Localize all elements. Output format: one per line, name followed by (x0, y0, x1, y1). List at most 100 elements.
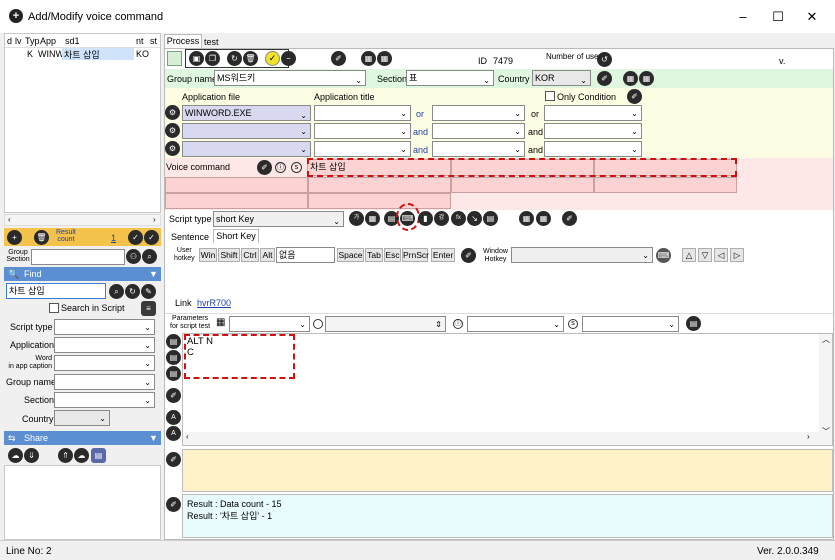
note-edit-icon[interactable]: ✐ (166, 452, 181, 467)
editor-vscroll[interactable]: ︿ ﹀ (819, 334, 832, 445)
application-select[interactable]: ⌄ (54, 337, 155, 353)
cloud-icon[interactable]: ☁ (8, 448, 23, 463)
col-app[interactable]: App (40, 36, 56, 46)
window-hotkey-icon[interactable]: ⌨ (656, 248, 671, 263)
scroll-down-icon[interactable]: ﹀ (822, 426, 830, 437)
country-filter[interactable]: ⌄ (54, 410, 110, 426)
upload-icon[interactable]: ⇑ (58, 448, 73, 463)
script-edit-icon[interactable]: ✐ (562, 211, 577, 226)
app-pick-icon-3[interactable]: ⚙ (165, 141, 180, 156)
param-info-icon[interactable]: ⓘ (453, 319, 463, 329)
app-title-3[interactable]: ⌄ (544, 105, 642, 121)
font-icon[interactable]: A (166, 426, 181, 441)
word-select[interactable]: ⌄ (54, 355, 155, 371)
voice-cell-4[interactable] (165, 177, 308, 193)
col-typ[interactable]: Typ (25, 36, 40, 46)
key-prnscr-button[interactable]: PrnScr (402, 248, 429, 262)
tab-test[interactable]: test (204, 36, 219, 48)
link-value[interactable]: hvrR700 (197, 298, 231, 308)
voice-info-icon[interactable]: ⓘ (275, 162, 286, 173)
section-filter[interactable]: ⌄ (54, 392, 155, 408)
window-hotkey-select[interactable]: ⌄ (511, 247, 653, 263)
tab-process[interactable]: Process (164, 34, 202, 48)
app-file-1[interactable]: WINWORD.EXE ⌄ (182, 105, 311, 121)
voice-cell-6[interactable] (451, 177, 594, 193)
collapse-icon[interactable]: ▼ (149, 267, 158, 281)
close-button[interactable]: ✕ (802, 8, 822, 26)
tab-sentence[interactable]: Sentence (171, 232, 209, 242)
save-icon[interactable]: ▦ (361, 51, 376, 66)
key-tab-button[interactable]: Tab (365, 248, 383, 262)
section-select[interactable]: 표 ⌄ (406, 70, 494, 86)
param-radio-1[interactable] (313, 319, 323, 329)
find-header[interactable]: 🔍 Find ▼ (4, 267, 161, 281)
share-list[interactable] (4, 465, 161, 540)
script-tool-11[interactable]: ▦ (536, 211, 551, 226)
script-type-main-select[interactable]: short Key ⌄ (213, 211, 344, 227)
table-icon[interactable]: ▦ (216, 317, 225, 328)
check-all-icon[interactable]: ✓ (144, 230, 159, 245)
param-select-1[interactable]: ⌄ (229, 316, 310, 332)
hscroll-right-icon[interactable]: › (807, 432, 810, 441)
editor-tool-2[interactable]: ▤ (166, 350, 181, 365)
key-ctrl-button[interactable]: Ctrl (241, 248, 259, 262)
script-tool-9[interactable]: ▤ (483, 211, 498, 226)
find-input[interactable]: 차트 삽입 (6, 283, 106, 299)
col-st[interactable]: st (150, 36, 157, 46)
saveas-icon[interactable]: ▦ (377, 51, 392, 66)
key-space-button[interactable]: Space (337, 248, 364, 262)
param-sound-icon[interactable]: s (568, 319, 578, 329)
check-icon[interactable]: ✓ (128, 230, 143, 245)
note-area[interactable] (182, 449, 833, 492)
hotkey-input[interactable]: 없음 (276, 247, 335, 263)
editor-hscroll[interactable]: ‹ › (183, 432, 819, 445)
voice-edit-icon[interactable]: ✐ (257, 160, 272, 175)
app-title-1[interactable]: ⌄ (314, 105, 411, 121)
app-title-9[interactable]: ⌄ (544, 141, 642, 157)
app-title-4[interactable]: ⌄ (314, 123, 411, 139)
new-icon[interactable]: ▣ (189, 51, 204, 66)
result-edit-icon[interactable]: ✐ (166, 497, 181, 512)
param-run-icon[interactable]: ▤ (686, 316, 701, 331)
editor-edit-icon[interactable]: ✐ (166, 388, 181, 403)
search-in-script-checkbox[interactable] (49, 303, 59, 313)
param-select-3[interactable]: ⌄ (582, 316, 679, 332)
list-hscrollbar[interactable]: ‹ › (4, 214, 161, 226)
delete-icon[interactable]: 🗑 (34, 230, 49, 245)
app-title-6[interactable]: ⌄ (544, 123, 642, 139)
share-collapse-icon[interactable]: ▼ (149, 431, 158, 445)
arrow-down-button[interactable]: ▽ (698, 248, 712, 262)
share-header[interactable]: ⇆ Share ▼ (4, 431, 161, 445)
reload-icon[interactable]: ↻ (227, 51, 242, 66)
country-select[interactable]: KOR ⌄ (532, 70, 591, 86)
condition-edit-icon[interactable]: ✐ (627, 89, 642, 104)
stop-icon[interactable]: − (281, 51, 296, 66)
voice-cell-8[interactable] (165, 193, 308, 209)
voice-cell-5[interactable] (308, 177, 451, 193)
app-pick-icon-1[interactable]: ⚙ (165, 105, 180, 120)
trash-icon[interactable]: 🗑 (243, 51, 258, 66)
group-name-filter[interactable]: ⌄ (54, 374, 155, 390)
param-spin-1[interactable]: ⇕ (325, 316, 446, 332)
script-tool-2[interactable]: ▦ (365, 211, 380, 226)
font-size-icon[interactable]: A (166, 410, 181, 425)
minimize-button[interactable]: – (733, 8, 753, 26)
app-title-7[interactable]: ⌄ (314, 141, 411, 157)
command-list[interactable]: d lv Typ App sd1 nt st K WINW 차트 삽입 KO (4, 33, 161, 213)
app-title-2[interactable]: ⌄ (432, 105, 525, 121)
voice-sound-icon[interactable]: s (291, 162, 302, 173)
voice-cell-7[interactable] (594, 177, 737, 193)
color-square[interactable] (167, 51, 182, 66)
voice-cell-9[interactable] (308, 193, 451, 209)
col-sd1[interactable]: sd1 (65, 36, 80, 46)
group-name-select[interactable]: MS워드키 ⌄ (214, 70, 366, 86)
key-shift-button[interactable]: Shift (218, 248, 240, 262)
tab-short-key[interactable]: Short Key (213, 229, 259, 243)
script-tool-8[interactable]: ↘ (467, 211, 482, 226)
copy-icon[interactable]: ❐ (205, 51, 220, 66)
editor-tool-1[interactable]: ▤ (166, 334, 181, 349)
app-title-8[interactable]: ⌄ (432, 141, 525, 157)
search-group-icon[interactable]: ⌕ (142, 249, 157, 264)
maximize-button[interactable]: ☐ (768, 8, 788, 26)
speak-icon[interactable]: ✐ (331, 51, 346, 66)
